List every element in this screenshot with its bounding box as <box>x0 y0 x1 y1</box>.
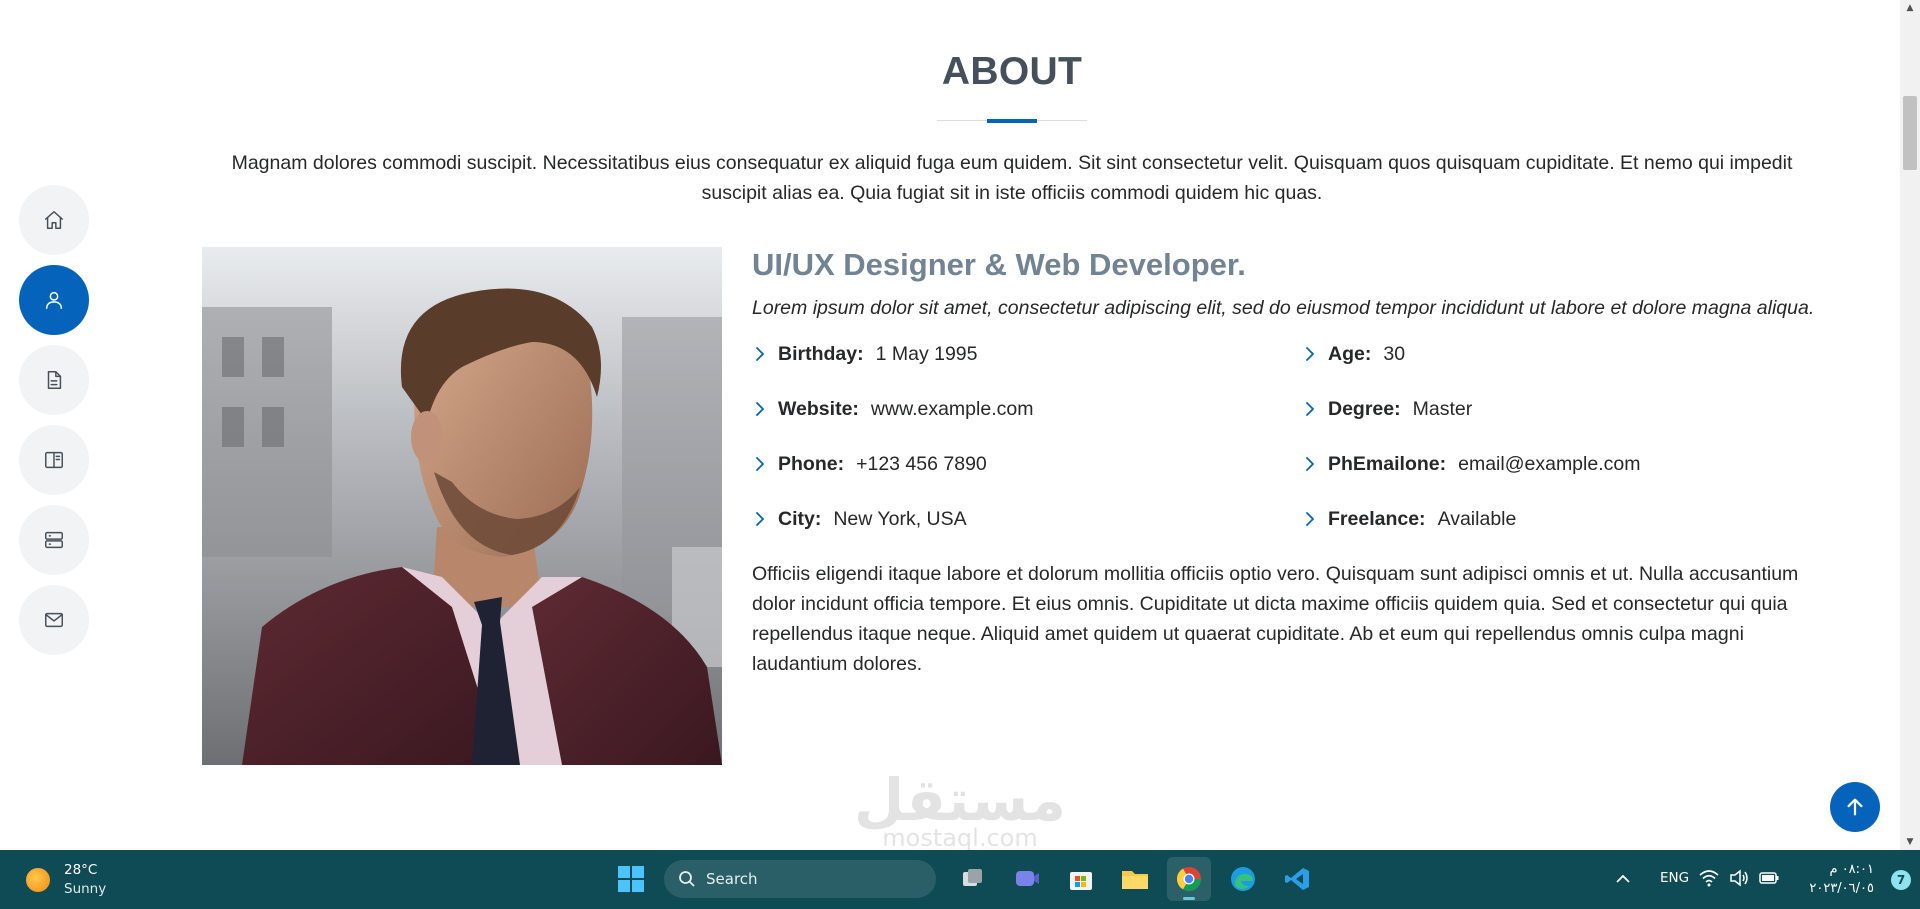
info-value: New York, USA <box>833 507 967 530</box>
clock-date: ٢٠٢٣/٠٦/٠٥ <box>1809 881 1874 896</box>
info-list: Birthday: 1 May 1995 Website: www.exampl… <box>752 339 1822 559</box>
info-value: Available <box>1437 507 1517 530</box>
teams-chat-button[interactable] <box>1005 857 1049 901</box>
chevron-right-icon <box>1306 347 1314 361</box>
edge-icon <box>1231 867 1255 891</box>
clock-time: ٠٨:٠١ م <box>1829 862 1875 877</box>
chevron-right-icon <box>1306 512 1314 526</box>
search-icon <box>679 871 695 887</box>
info-label: Phone: <box>778 452 845 475</box>
notification-badge[interactable]: 7 <box>1891 870 1911 890</box>
title-accent-bar <box>987 119 1037 123</box>
info-age: Age: 30 <box>1302 339 1405 369</box>
info-label: Degree: <box>1328 397 1401 420</box>
sun-icon <box>26 868 50 892</box>
server-icon <box>45 531 63 549</box>
watermark-logo: مستقل mostaql.com <box>830 770 1090 850</box>
vscode-button[interactable] <box>1275 857 1319 901</box>
chevron-right-icon <box>756 457 764 471</box>
info-website: Website: www.example.com <box>752 394 1033 424</box>
section-description: Magnam dolores commodi suscipit. Necessi… <box>231 152 1793 204</box>
chevron-right-icon <box>756 347 764 361</box>
nav-services-button[interactable] <box>19 505 89 575</box>
scroll-down-arrow-icon[interactable]: ▼ <box>1900 834 1920 850</box>
info-birthday: Birthday: 1 May 1995 <box>752 339 978 369</box>
info-label: Birthday: <box>778 342 864 365</box>
file-explorer-button[interactable] <box>1113 857 1157 901</box>
tray-icons[interactable] <box>1698 867 1788 889</box>
info-city: City: New York, USA <box>752 504 967 534</box>
info-value: +123 456 7890 <box>856 452 987 475</box>
chevron-right-icon <box>1306 457 1314 471</box>
about-content: UI/UX Designer & Web Developer. Lorem ip… <box>752 245 1822 679</box>
info-value: www.example.com <box>870 397 1034 420</box>
info-value: Master <box>1412 397 1473 420</box>
book-icon <box>45 451 63 469</box>
nav-contact-button[interactable] <box>19 585 89 655</box>
info-label: PhEmailone: <box>1328 452 1447 475</box>
chrome-button[interactable] <box>1167 857 1211 901</box>
role-intro: Lorem ipsum dolor sit amet, consectetur … <box>752 297 1815 319</box>
chevron-right-icon <box>1306 402 1314 416</box>
info-label: City: <box>778 507 822 530</box>
task-view-button[interactable] <box>951 857 995 901</box>
back-to-top-button[interactable] <box>1830 782 1880 832</box>
system-clock[interactable]: ٠٨:٠١ م ٢٠٢٣/٠٦/٠٥ <box>1798 860 1874 898</box>
taskbar-search[interactable]: Search <box>664 860 936 898</box>
task-view-icon <box>963 869 982 886</box>
watermark-text: مستقل <box>853 766 1067 834</box>
weather-condition: Sunny <box>64 881 107 897</box>
weather-temperature: 28°C <box>64 862 98 878</box>
profile-photo <box>202 247 722 765</box>
search-label: Search <box>706 870 758 888</box>
nav-about-button[interactable] <box>19 265 89 335</box>
info-label: Age: <box>1328 342 1372 365</box>
section-title: ABOUT <box>941 50 1083 93</box>
role-title: UI/UX Designer & Web Developer. <box>752 247 1246 282</box>
chat-icon <box>1016 871 1039 886</box>
weather-widget[interactable]: 28°C Sunny <box>26 861 106 899</box>
vertical-scrollbar[interactable]: ▲ ▼ <box>1900 0 1920 850</box>
windows-logo-icon <box>618 866 644 892</box>
chevron-right-icon <box>756 402 764 416</box>
nav-portfolio-button[interactable] <box>19 425 89 495</box>
info-value: 1 May 1995 <box>875 342 978 365</box>
chrome-icon <box>1177 867 1201 892</box>
start-button[interactable] <box>609 857 653 901</box>
info-value: 30 <box>1383 342 1406 365</box>
chevron-right-icon <box>756 512 764 526</box>
info-email: PhEmailone: email@example.com <box>1302 449 1640 479</box>
nav-home-button[interactable] <box>19 185 89 255</box>
file-icon <box>47 371 62 389</box>
edge-button[interactable] <box>1221 857 1265 901</box>
info-freelance: Freelance: Available <box>1302 504 1516 534</box>
vscode-icon <box>1285 868 1309 890</box>
chevron-up-icon[interactable] <box>1612 868 1634 890</box>
scroll-up-arrow-icon[interactable]: ▲ <box>1900 0 1920 16</box>
taskbar-apps: Search <box>604 856 1324 902</box>
person-icon <box>45 291 63 309</box>
nav-resume-button[interactable] <box>19 345 89 415</box>
side-nav <box>19 185 89 665</box>
about-body-text: Officiis eligendi itaque labore et dolor… <box>752 563 1799 675</box>
scrollbar-thumb[interactable] <box>1903 96 1917 170</box>
volume-icon <box>1730 869 1748 887</box>
info-degree: Degree: Master <box>1302 394 1472 424</box>
home-icon <box>45 211 63 229</box>
language-indicator[interactable]: ENG <box>1660 870 1689 886</box>
store-icon <box>1070 872 1092 890</box>
info-value: email@example.com <box>1458 452 1641 475</box>
info-label: Website: <box>778 397 859 420</box>
battery-icon <box>1759 872 1779 884</box>
arrow-up-icon <box>1847 798 1863 816</box>
envelope-icon <box>45 612 63 628</box>
taskbar: 28°C Sunny Search ENG ٠٨:٠١ م ٢٠٢٣/٠٦/٠٥… <box>0 850 1920 909</box>
store-button[interactable] <box>1059 857 1103 901</box>
info-label: Freelance: <box>1328 507 1426 530</box>
page-viewport: ABOUT Magnam dolores commodi suscipit. N… <box>0 0 1900 850</box>
folder-icon <box>1122 871 1148 889</box>
wifi-icon <box>1699 870 1719 887</box>
info-phone: Phone: +123 456 7890 <box>752 449 987 479</box>
